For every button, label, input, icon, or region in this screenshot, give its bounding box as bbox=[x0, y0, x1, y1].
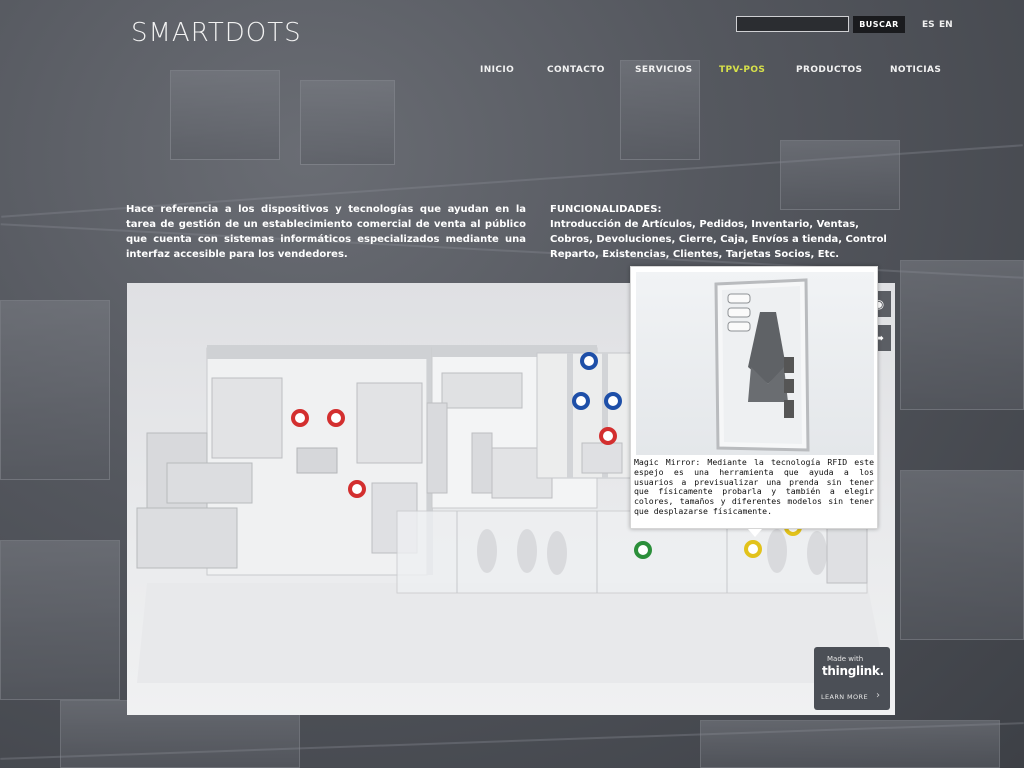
hotspot-blue[interactable] bbox=[604, 392, 622, 410]
search-button[interactable]: BUSCAR bbox=[853, 16, 905, 33]
site-logo[interactable]: SMARTDOTS bbox=[131, 18, 302, 48]
search-input[interactable] bbox=[736, 16, 849, 32]
features-title: FUNCIONALIDADES: bbox=[550, 204, 662, 215]
features-list: Introducción de Artículos, Pedidos, Inve… bbox=[550, 219, 887, 260]
thinglink-badge[interactable]: Made with thinglink. LEARN MORE › bbox=[814, 647, 890, 710]
hotspot-red[interactable] bbox=[327, 409, 345, 427]
nav-item-contacto[interactable]: CONTACTO bbox=[547, 65, 605, 75]
nav-item-noticias[interactable]: NOTICIAS bbox=[890, 65, 941, 75]
nav-item-servicios[interactable]: SERVICIOS bbox=[635, 65, 693, 75]
intro-text: Hace referencia a los dispositivos y tec… bbox=[126, 204, 526, 260]
hotspot-blue[interactable] bbox=[580, 352, 598, 370]
chevron-right-icon: › bbox=[876, 690, 880, 701]
magic-mirror-image bbox=[636, 272, 874, 455]
hotspot-green[interactable] bbox=[634, 541, 652, 559]
tooltip-caret bbox=[748, 529, 762, 537]
nav-item-tpv-pos[interactable]: TPV-POS bbox=[719, 65, 765, 75]
nav-item-productos[interactable]: PRODUCTOS bbox=[796, 65, 862, 75]
features-block: FUNCIONALIDADES: Introducción de Artícul… bbox=[550, 202, 900, 262]
badge-made-with: Made with bbox=[827, 655, 864, 663]
language-en-link[interactable]: EN bbox=[939, 20, 953, 30]
hotspot-tooltip: Magic Mirror: Mediante la tecnología RFI… bbox=[630, 266, 878, 537]
tooltip-text: Magic Mirror: Mediante la tecnología RFI… bbox=[634, 457, 874, 516]
badge-brand: thinglink. bbox=[822, 664, 884, 678]
nav-item-inicio[interactable]: INICIO bbox=[480, 65, 514, 75]
hotspot-yellow[interactable] bbox=[744, 540, 762, 558]
hotspot-red[interactable] bbox=[291, 409, 309, 427]
hotspot-red[interactable] bbox=[348, 480, 366, 498]
language-es-link[interactable]: ES bbox=[922, 20, 935, 30]
learn-more-link[interactable]: LEARN MORE bbox=[821, 693, 868, 701]
hotspot-blue[interactable] bbox=[572, 392, 590, 410]
hotspot-red[interactable] bbox=[599, 427, 617, 445]
